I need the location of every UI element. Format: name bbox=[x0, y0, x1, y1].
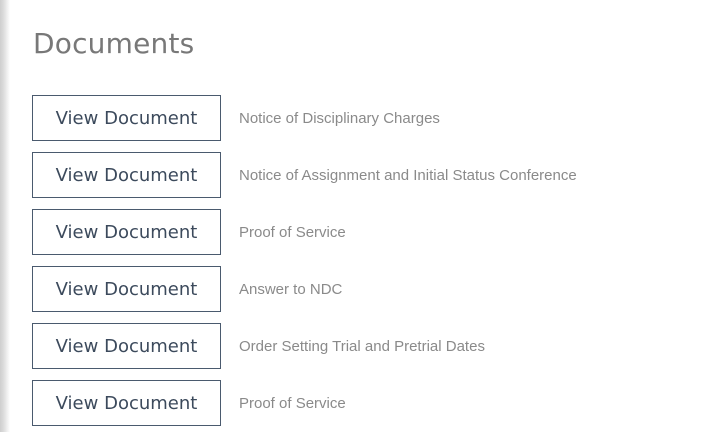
view-document-button[interactable]: View Document bbox=[32, 95, 221, 141]
document-name: Notice of Disciplinary Charges bbox=[239, 109, 440, 127]
document-name: Order Setting Trial and Pretrial Dates bbox=[239, 337, 485, 355]
document-name: Notice of Assignment and Initial Status … bbox=[239, 166, 577, 184]
document-row: View Document Notice of Assignment and I… bbox=[32, 152, 577, 198]
document-row: View Document Notice of Disciplinary Cha… bbox=[32, 95, 577, 141]
document-row: View Document Proof of Service bbox=[32, 380, 577, 426]
document-list: View Document Notice of Disciplinary Cha… bbox=[32, 95, 577, 437]
document-row: View Document Order Setting Trial and Pr… bbox=[32, 323, 577, 369]
documents-panel: Documents View Document Notice of Discip… bbox=[10, 0, 715, 432]
view-document-button[interactable]: View Document bbox=[32, 323, 221, 369]
view-document-button[interactable]: View Document bbox=[32, 209, 221, 255]
document-name: Answer to NDC bbox=[239, 280, 343, 298]
document-row: View Document Answer to NDC bbox=[32, 266, 577, 312]
view-document-button[interactable]: View Document bbox=[32, 152, 221, 198]
section-title: Documents bbox=[33, 27, 195, 60]
document-row: View Document Proof of Service bbox=[32, 209, 577, 255]
document-name: Proof of Service bbox=[239, 223, 346, 241]
view-document-button[interactable]: View Document bbox=[32, 266, 221, 312]
view-document-button[interactable]: View Document bbox=[32, 380, 221, 426]
panel-left-border bbox=[0, 0, 10, 432]
document-name: Proof of Service bbox=[239, 394, 346, 412]
